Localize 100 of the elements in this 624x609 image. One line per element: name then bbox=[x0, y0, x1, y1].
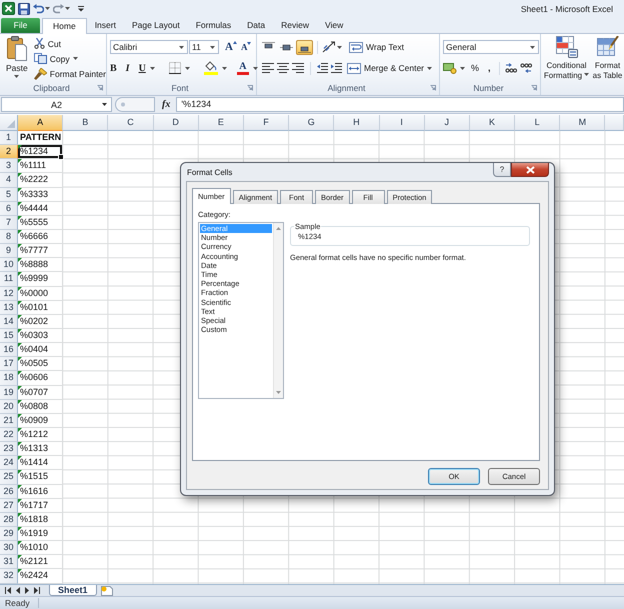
cell[interactable]: %9999 bbox=[18, 272, 64, 287]
percent-style-button[interactable]: % bbox=[468, 63, 482, 73]
row-header[interactable]: 13 bbox=[0, 300, 18, 315]
bold-button[interactable]: B bbox=[110, 62, 117, 74]
cell[interactable]: %1111 bbox=[18, 159, 64, 174]
font-size-field[interactable]: 11 bbox=[189, 40, 219, 54]
merge-center-button[interactable]: Merge & Center bbox=[347, 60, 432, 76]
cell[interactable]: %0505 bbox=[18, 357, 64, 372]
underline-button[interactable]: U bbox=[138, 62, 146, 74]
cell[interactable]: %1313 bbox=[18, 442, 64, 456]
cell[interactable]: %0202 bbox=[18, 314, 64, 329]
ribbon-tab[interactable]: Data bbox=[239, 18, 274, 33]
column-header[interactable]: I bbox=[380, 115, 425, 131]
column-header[interactable]: F bbox=[244, 115, 290, 131]
row-header[interactable]: 4 bbox=[0, 173, 18, 188]
next-sheet-icon[interactable] bbox=[25, 586, 29, 594]
row-header[interactable]: 1 bbox=[0, 131, 18, 146]
column-header[interactable]: H bbox=[334, 115, 380, 131]
grow-font-button[interactable]: A bbox=[225, 41, 237, 53]
column-header[interactable]: G bbox=[289, 115, 334, 131]
bottom-align-button[interactable] bbox=[296, 40, 313, 54]
align-right-icon[interactable] bbox=[292, 63, 304, 73]
row-header[interactable]: 9 bbox=[0, 244, 18, 258]
spreadsheet-logo-icon[interactable] bbox=[2, 2, 15, 15]
row-header[interactable]: 3 bbox=[0, 159, 18, 174]
caret-icon[interactable] bbox=[150, 66, 155, 70]
row-header[interactable]: 19 bbox=[0, 386, 18, 400]
cell[interactable]: %2424 bbox=[18, 569, 64, 584]
ribbon-tab[interactable]: Page Layout bbox=[124, 18, 188, 33]
cell[interactable]: %8888 bbox=[18, 258, 64, 272]
formula-bar-handle[interactable] bbox=[115, 97, 155, 112]
help-button[interactable]: ? bbox=[493, 163, 511, 177]
cell[interactable]: %1212 bbox=[18, 428, 64, 442]
ribbon-tab[interactable]: Formulas bbox=[188, 18, 240, 33]
ribbon-tab[interactable]: Home bbox=[42, 18, 87, 34]
ribbon-tab[interactable]: Insert bbox=[86, 18, 124, 33]
paste-button[interactable]: Paste bbox=[3, 36, 31, 80]
row-header[interactable]: 17 bbox=[0, 357, 18, 372]
cell[interactable]: %3333 bbox=[18, 188, 64, 202]
caret-icon[interactable] bbox=[65, 7, 70, 10]
borders-icon[interactable] bbox=[168, 62, 181, 74]
row-header[interactable]: 25 bbox=[0, 470, 18, 485]
cell[interactable]: %1414 bbox=[18, 456, 64, 470]
cell[interactable]: %1717 bbox=[18, 498, 64, 513]
cell[interactable]: %6666 bbox=[18, 230, 64, 244]
font-color-button[interactable]: A bbox=[236, 62, 249, 74]
ribbon-tab[interactable]: Review bbox=[273, 18, 317, 33]
cell[interactable]: %0909 bbox=[18, 414, 64, 428]
caret-icon[interactable] bbox=[45, 7, 50, 10]
row-header[interactable]: 32 bbox=[0, 569, 18, 584]
cell[interactable]: %1616 bbox=[18, 484, 64, 499]
row-header[interactable]: 29 bbox=[0, 526, 18, 542]
row-header[interactable]: 10 bbox=[0, 258, 18, 272]
row-header[interactable]: 22 bbox=[0, 428, 18, 442]
comma-style-button[interactable]: , bbox=[485, 63, 494, 73]
decrease-decimal-icon[interactable] bbox=[520, 63, 532, 73]
cell[interactable]: %1515 bbox=[18, 470, 64, 485]
column-header[interactable]: K bbox=[470, 115, 516, 131]
caret-icon[interactable] bbox=[184, 66, 190, 70]
cell[interactable]: %1919 bbox=[18, 526, 64, 542]
row-header[interactable]: 16 bbox=[0, 343, 18, 358]
fill-handle[interactable] bbox=[58, 154, 64, 160]
save-icon[interactable] bbox=[18, 2, 30, 14]
row-header[interactable]: 6 bbox=[0, 202, 18, 216]
row-header[interactable]: 11 bbox=[0, 272, 18, 287]
name-box-field[interactable]: A2 bbox=[1, 97, 112, 112]
font-name-field[interactable]: Calibri bbox=[110, 40, 188, 54]
copy-button[interactable]: Copy bbox=[34, 51, 106, 66]
cell[interactable]: %1010 bbox=[18, 541, 64, 556]
row-header[interactable]: 26 bbox=[0, 484, 18, 499]
formula-field[interactable]: '%1234 bbox=[176, 97, 624, 112]
column-header[interactable]: C bbox=[108, 115, 154, 131]
column-header[interactable]: L bbox=[515, 115, 560, 131]
increase-indent-icon[interactable] bbox=[331, 63, 342, 73]
cell[interactable]: %0000 bbox=[18, 286, 64, 301]
scrollbar[interactable] bbox=[273, 223, 283, 398]
row-header[interactable]: 24 bbox=[0, 456, 18, 470]
row-header[interactable]: 12 bbox=[0, 286, 18, 301]
cell[interactable]: %0707 bbox=[18, 386, 64, 400]
increase-decimal-icon[interactable] bbox=[504, 63, 517, 73]
cell[interactable]: %7777 bbox=[18, 244, 64, 258]
row-header[interactable]: 28 bbox=[0, 512, 18, 527]
align-center-icon[interactable] bbox=[277, 63, 289, 73]
shrink-font-button[interactable]: A bbox=[240, 42, 252, 52]
cell[interactable]: %5555 bbox=[18, 216, 64, 230]
column-header[interactable]: D bbox=[154, 115, 199, 131]
insert-sheet-icon[interactable] bbox=[100, 586, 115, 596]
insert-function-button[interactable]: fx bbox=[162, 99, 170, 110]
column-header[interactable]: J bbox=[424, 115, 470, 131]
cell[interactable]: %0606 bbox=[18, 371, 64, 386]
caret-icon[interactable] bbox=[337, 46, 342, 48]
row-header[interactable]: 8 bbox=[0, 230, 18, 244]
customize-icon[interactable] bbox=[78, 6, 84, 12]
format-as-table-button[interactable]: Format as Table bbox=[592, 36, 623, 95]
cell[interactable]: %4444 bbox=[18, 202, 64, 216]
cell[interactable]: %1234 bbox=[18, 145, 64, 160]
row-header[interactable]: 14 bbox=[0, 314, 18, 329]
row-header[interactable]: 18 bbox=[0, 371, 18, 386]
undo-icon[interactable] bbox=[33, 4, 44, 14]
cell[interactable]: PATTERN bbox=[18, 131, 64, 146]
